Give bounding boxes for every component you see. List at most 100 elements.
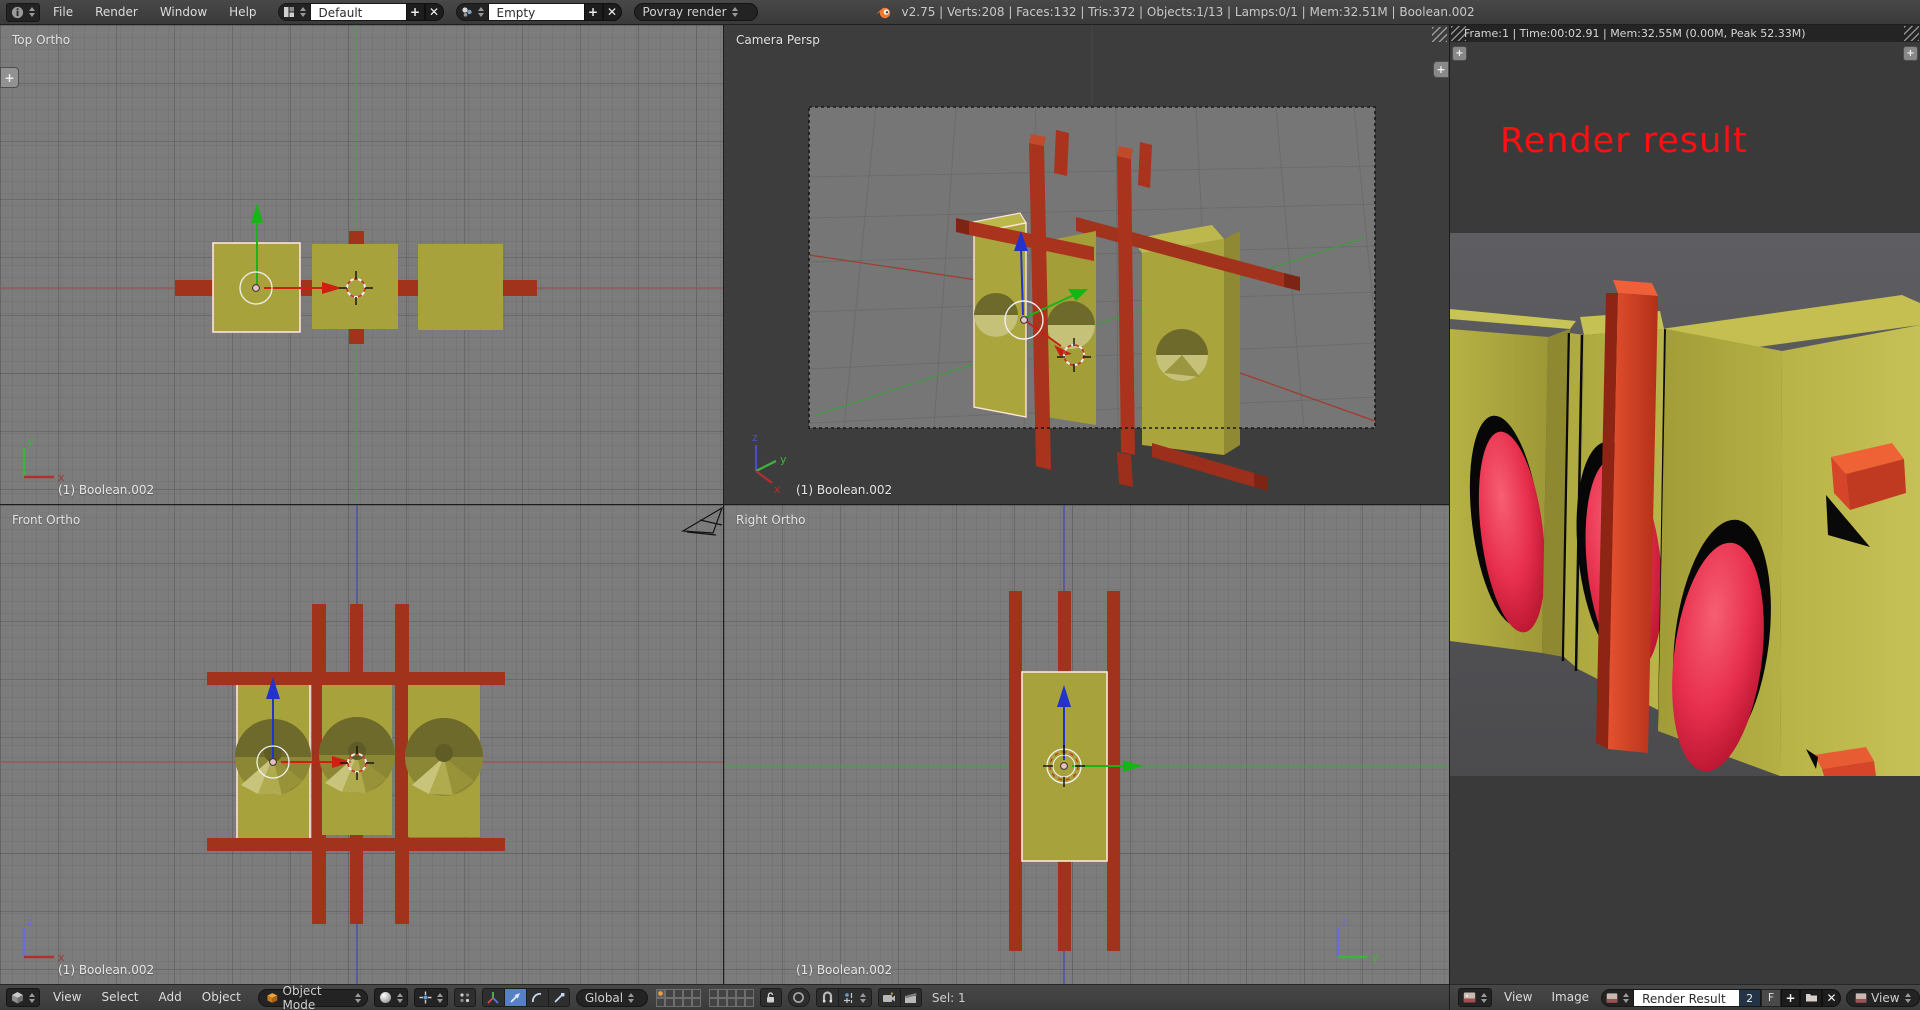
properties-expand-tab[interactable]: +	[1903, 46, 1918, 61]
updown-arrows	[397, 993, 403, 1003]
proportional-edit-toggle[interactable]	[788, 988, 810, 1007]
viewport-shading-button[interactable]	[374, 988, 408, 1007]
layout-browse-button[interactable]	[278, 3, 311, 21]
view3d-header: View Select Add Object Object Mode	[0, 984, 1449, 1010]
updown-arrows	[437, 993, 443, 1003]
fake-user-button[interactable]: F	[1761, 989, 1781, 1007]
render-engine-select[interactable]: Povray render	[634, 3, 758, 21]
menu-select[interactable]: Select	[94, 985, 145, 1010]
image-new-button[interactable]: +	[1781, 989, 1800, 1007]
image-open-button[interactable]	[1800, 989, 1822, 1007]
layout-add-button[interactable]: +	[406, 3, 425, 21]
proportional-circle-icon	[792, 991, 805, 1004]
image-unlink-button[interactable]: ✕	[1822, 989, 1841, 1007]
area-corner-widget[interactable]	[1432, 27, 1447, 42]
mode-value: Object Mode	[283, 984, 350, 1010]
axis-gizmo-right: y z	[1338, 915, 1379, 964]
magnet-icon	[821, 991, 834, 1004]
scene-name-field[interactable]: Empty	[489, 3, 584, 21]
properties-expand-tab[interactable]: +	[1433, 61, 1449, 78]
scale-icon	[552, 991, 566, 1005]
rotate-arc-icon	[530, 991, 544, 1005]
layout-name-field[interactable]: Default	[311, 3, 406, 21]
manipulator-rotate-toggle[interactable]	[526, 988, 548, 1007]
snap-element-button[interactable]	[838, 988, 872, 1007]
editor-type-button-3dview[interactable]	[6, 988, 40, 1007]
editor-type-button-image[interactable]	[1458, 988, 1492, 1007]
menu-object[interactable]: Object	[195, 985, 248, 1010]
viewport-right-ortho[interactable]: y z Right Ortho (1) Boolean.002	[724, 505, 1449, 984]
render-shortcut-group	[878, 988, 922, 1007]
translate-arrow-icon	[508, 991, 522, 1005]
toolshelf-expand-tab[interactable]: +	[0, 67, 19, 88]
manipulator-scale-toggle[interactable]	[548, 988, 570, 1007]
svg-text:y: y	[780, 453, 787, 466]
manipulator-axes-toggle[interactable]	[482, 988, 504, 1007]
menu-view[interactable]: View	[1497, 985, 1539, 1010]
scene-selector: Empty + ✕	[456, 3, 622, 21]
layers-widget-left[interactable]	[656, 989, 701, 1007]
viewport-label: Top Ortho	[12, 33, 70, 47]
viewport-canvas-camera[interactable]: z y x	[724, 25, 1449, 504]
viewport-top-ortho[interactable]: x y + Top Ortho (1) Boolean.002	[0, 25, 723, 504]
scene-add-button[interactable]: +	[584, 3, 603, 21]
area-corner-widget[interactable]	[1451, 26, 1466, 41]
viewport-canvas-front[interactable]: x z	[0, 505, 723, 984]
menu-add[interactable]: Add	[152, 985, 189, 1010]
viewport-front-ortho[interactable]: x z Front Ortho (1) Boolean.002	[0, 505, 723, 984]
active-object-label: (1) Boolean.002	[796, 483, 892, 497]
scene-delete-button[interactable]: ✕	[603, 3, 622, 21]
status-stats: v2.75 | Verts:208 | Faces:132 | Tris:372…	[902, 5, 1475, 19]
render-result-image[interactable]	[1450, 233, 1920, 776]
image-editor-area[interactable]: Frame:1 | Time:00:02.91 | Mem:32.55M (0.…	[1450, 25, 1920, 984]
svg-text:z: z	[1341, 915, 1347, 928]
snap-magnet-toggle[interactable]	[816, 988, 838, 1007]
cone-hole-3	[405, 718, 483, 796]
render-view-select[interactable]: View	[1846, 989, 1920, 1007]
viewport-camera-persp[interactable]: z y x + Camera Persp (1) Boolean.002	[724, 25, 1449, 504]
image-name-field[interactable]: Render Result	[1634, 989, 1739, 1007]
updown-arrows	[860, 993, 866, 1003]
mode-select[interactable]: Object Mode	[258, 989, 368, 1007]
render-slot-badge[interactable]: 2	[1739, 989, 1761, 1007]
info-icon	[11, 6, 24, 19]
orientation-value: Global	[585, 991, 623, 1005]
layout-delete-button[interactable]: ✕	[425, 3, 444, 21]
menu-window[interactable]: Window	[151, 0, 216, 25]
viewport-label: Front Ortho	[12, 513, 80, 527]
menu-render[interactable]: Render	[86, 0, 147, 25]
svg-text:y: y	[27, 435, 34, 448]
layers-widget-right[interactable]	[709, 989, 754, 1007]
menu-help[interactable]: Help	[220, 0, 265, 25]
menu-image[interactable]: Image	[1544, 985, 1596, 1010]
snap-group	[816, 988, 872, 1007]
opengl-render-anim-button[interactable]	[900, 988, 922, 1007]
viewport-canvas-top[interactable]: x y	[0, 25, 723, 504]
lock-icon	[764, 991, 777, 1004]
scene-browse-button[interactable]	[456, 3, 489, 21]
render-result-watermark: Render result	[1500, 121, 1748, 161]
pivot-point-button[interactable]	[414, 988, 448, 1007]
opengl-render-still-button[interactable]	[878, 988, 900, 1007]
image-browse-button[interactable]	[1601, 989, 1634, 1007]
updown-arrows	[478, 7, 484, 17]
manipulator-center-toggle[interactable]	[454, 988, 476, 1007]
viewport-canvas-right[interactable]: y z	[724, 505, 1449, 984]
lock-to-scene-toggle[interactable]	[760, 988, 782, 1007]
rendered-red-bar	[1596, 280, 1658, 753]
screen-layout-selector: Default + ✕	[278, 3, 444, 21]
scene-icon	[461, 6, 473, 18]
blender-window: File Render Window Help Default + ✕	[0, 0, 1920, 1010]
editor-type-button-info[interactable]	[6, 3, 40, 22]
manipulator-translate-toggle[interactable]	[504, 988, 526, 1007]
menu-file[interactable]: File	[44, 0, 82, 25]
transform-orientation-select[interactable]: Global	[576, 989, 648, 1007]
menu-view[interactable]: View	[46, 985, 88, 1010]
toolshelf-expand-tab[interactable]: +	[1452, 46, 1467, 61]
updown-arrows	[29, 7, 35, 17]
3d-view-icon	[11, 991, 24, 1004]
object-mode-icon	[267, 992, 278, 1004]
area-corner-widget[interactable]	[1904, 26, 1919, 41]
updown-arrows	[300, 7, 306, 17]
updown-arrows	[732, 7, 738, 17]
